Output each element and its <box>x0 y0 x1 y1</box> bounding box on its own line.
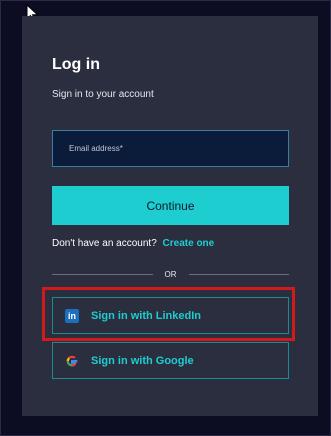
continue-button[interactable]: Continue <box>52 186 289 225</box>
create-account-link[interactable]: Create one <box>163 238 215 249</box>
email-field-container <box>52 130 289 167</box>
no-account-text: Don't have an account? <box>52 238 157 249</box>
linkedin-icon: in <box>65 308 79 323</box>
google-label: Sign in with Google <box>91 354 194 367</box>
or-divider: OR <box>52 268 289 280</box>
divider-label: OR <box>164 269 177 279</box>
linkedin-label: Sign in with LinkedIn <box>91 309 201 322</box>
login-card: Log in Sign in to your account Continue … <box>22 16 318 416</box>
divider-line-right <box>188 273 289 275</box>
google-signin-button[interactable]: Sign in with Google <box>52 342 289 379</box>
subtitle: Sign in to your account <box>52 89 154 100</box>
linkedin-signin-button[interactable]: in Sign in with LinkedIn <box>52 297 289 334</box>
signup-prompt: Don't have an account? Create one <box>52 238 214 249</box>
email-field[interactable] <box>53 131 288 166</box>
google-icon <box>65 354 79 368</box>
divider-line-left <box>52 273 153 275</box>
page-title: Log in <box>52 56 100 73</box>
